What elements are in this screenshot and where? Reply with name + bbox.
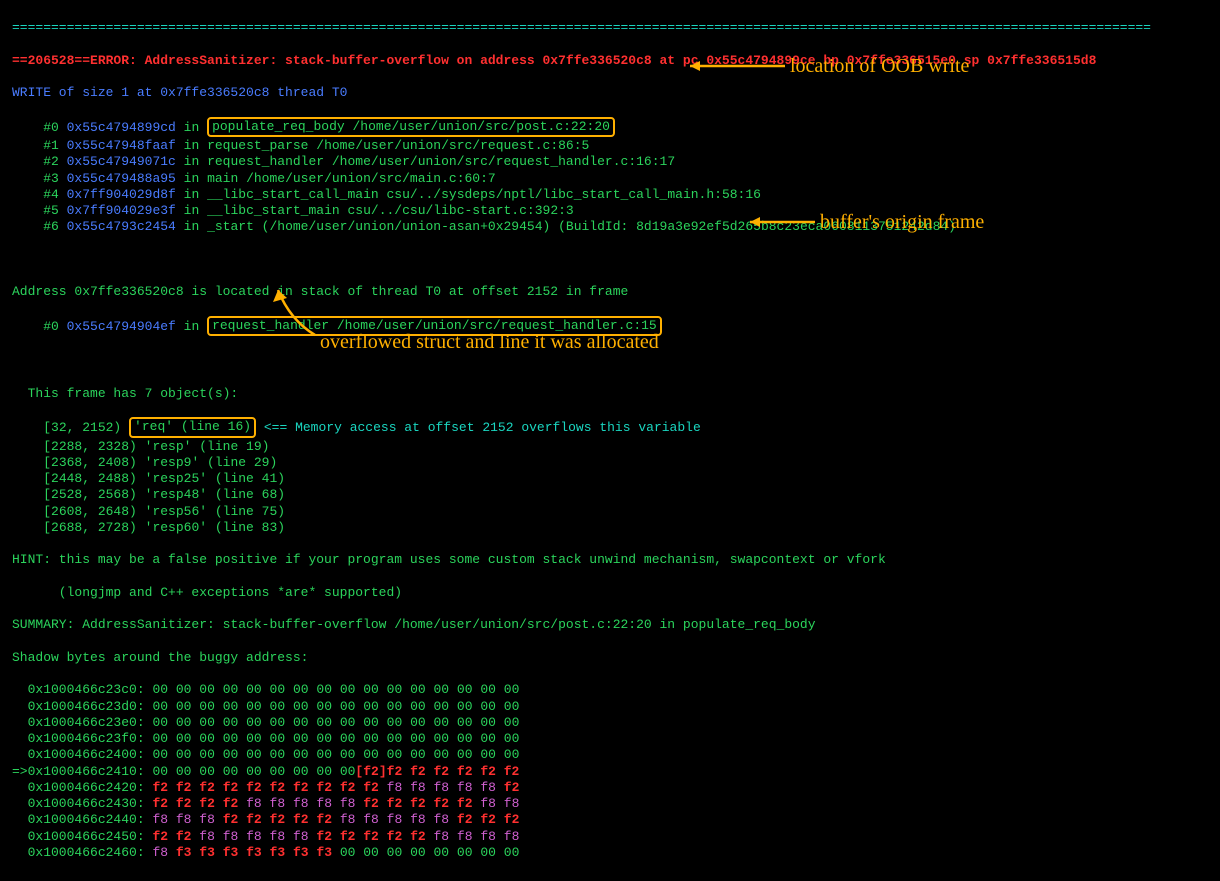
shadow-row: =>0x1000466c2410: 00 00 00 00 00 00 00 0… xyxy=(12,764,1208,780)
shadow-row: 0x1000466c2420: f2 f2 f2 f2 f2 f2 f2 f2 … xyxy=(12,780,1208,796)
stack-frame: #6 0x55c4793c2454 in _start (/home/user/… xyxy=(12,219,1208,235)
shadow-row: 0x1000466c23d0: 00 00 00 00 00 00 00 00 … xyxy=(12,699,1208,715)
shadow-row: 0x1000466c2400: 00 00 00 00 00 00 00 00 … xyxy=(12,747,1208,763)
write-header: WRITE of size 1 at 0x7ffe336520c8 thread… xyxy=(12,85,1208,101)
frame-object: [2448, 2488) 'resp25' (line 41) xyxy=(12,471,1208,487)
frame-object: [2528, 2568) 'resp48' (line 68) xyxy=(12,487,1208,503)
frame-object: [2288, 2328) 'resp' (line 19) xyxy=(12,439,1208,455)
shadow-row: 0x1000466c23e0: 00 00 00 00 00 00 00 00 … xyxy=(12,715,1208,731)
separator: ========================================… xyxy=(12,20,1208,36)
frame-object: [2688, 2728) 'resp60' (line 83) xyxy=(12,520,1208,536)
stack-frame: #2 0x55c47949071c in request_handler /ho… xyxy=(12,154,1208,170)
terminal-output: ========================================… xyxy=(0,0,1220,881)
shadow-row: 0x1000466c2450: f2 f2 f8 f8 f8 f8 f8 f2 … xyxy=(12,829,1208,845)
origin-frame: #0 0x55c4794904ef in request_handler /ho… xyxy=(12,317,1208,337)
frame-objs-header: This frame has 7 object(s): xyxy=(12,386,1208,402)
shadow-row: 0x1000466c2460: f8 f3 f3 f3 f3 f3 f3 f3 … xyxy=(12,845,1208,861)
highlighted-location: populate_req_body /home/user/union/src/p… xyxy=(207,117,615,137)
stack-frame: #5 0x7ff904029e3f in __libc_start_main c… xyxy=(12,203,1208,219)
highlighted-origin: request_handler /home/user/union/src/req… xyxy=(207,316,662,336)
addr-located: Address 0x7ffe336520c8 is located in sta… xyxy=(12,284,1208,300)
shadow-header: Shadow bytes around the buggy address: xyxy=(12,650,1208,666)
stack-frame: #3 0x55c479488a95 in main /home/user/uni… xyxy=(12,171,1208,187)
hint-2: (longjmp and C++ exceptions *are* suppor… xyxy=(12,585,1208,601)
shadow-row: 0x1000466c23f0: 00 00 00 00 00 00 00 00 … xyxy=(12,731,1208,747)
highlighted-var: 'req' (line 16) xyxy=(129,417,256,437)
frame-object: [2608, 2648) 'resp56' (line 75) xyxy=(12,504,1208,520)
shadow-row: 0x1000466c23c0: 00 00 00 00 00 00 00 00 … xyxy=(12,682,1208,698)
stack-frame: #0 0x55c4794899cd in populate_req_body /… xyxy=(12,118,1208,138)
hint-1: HINT: this may be a false positive if yo… xyxy=(12,552,1208,568)
frame-object: [2368, 2408) 'resp9' (line 29) xyxy=(12,455,1208,471)
frame-object: [32, 2152) 'req' (line 16) <== Memory ac… xyxy=(12,418,1208,438)
stack-frame: #1 0x55c47948faaf in request_parse /home… xyxy=(12,138,1208,154)
stack-frame: #4 0x7ff904029d8f in __libc_start_call_m… xyxy=(12,187,1208,203)
summary: SUMMARY: AddressSanitizer: stack-buffer-… xyxy=(12,617,1208,633)
shadow-row: 0x1000466c2440: f8 f8 f8 f2 f2 f2 f2 f2 … xyxy=(12,812,1208,828)
shadow-row: 0x1000466c2430: f2 f2 f2 f2 f8 f8 f8 f8 … xyxy=(12,796,1208,812)
asan-error-line: ==206528==ERROR: AddressSanitizer: stack… xyxy=(12,53,1208,69)
